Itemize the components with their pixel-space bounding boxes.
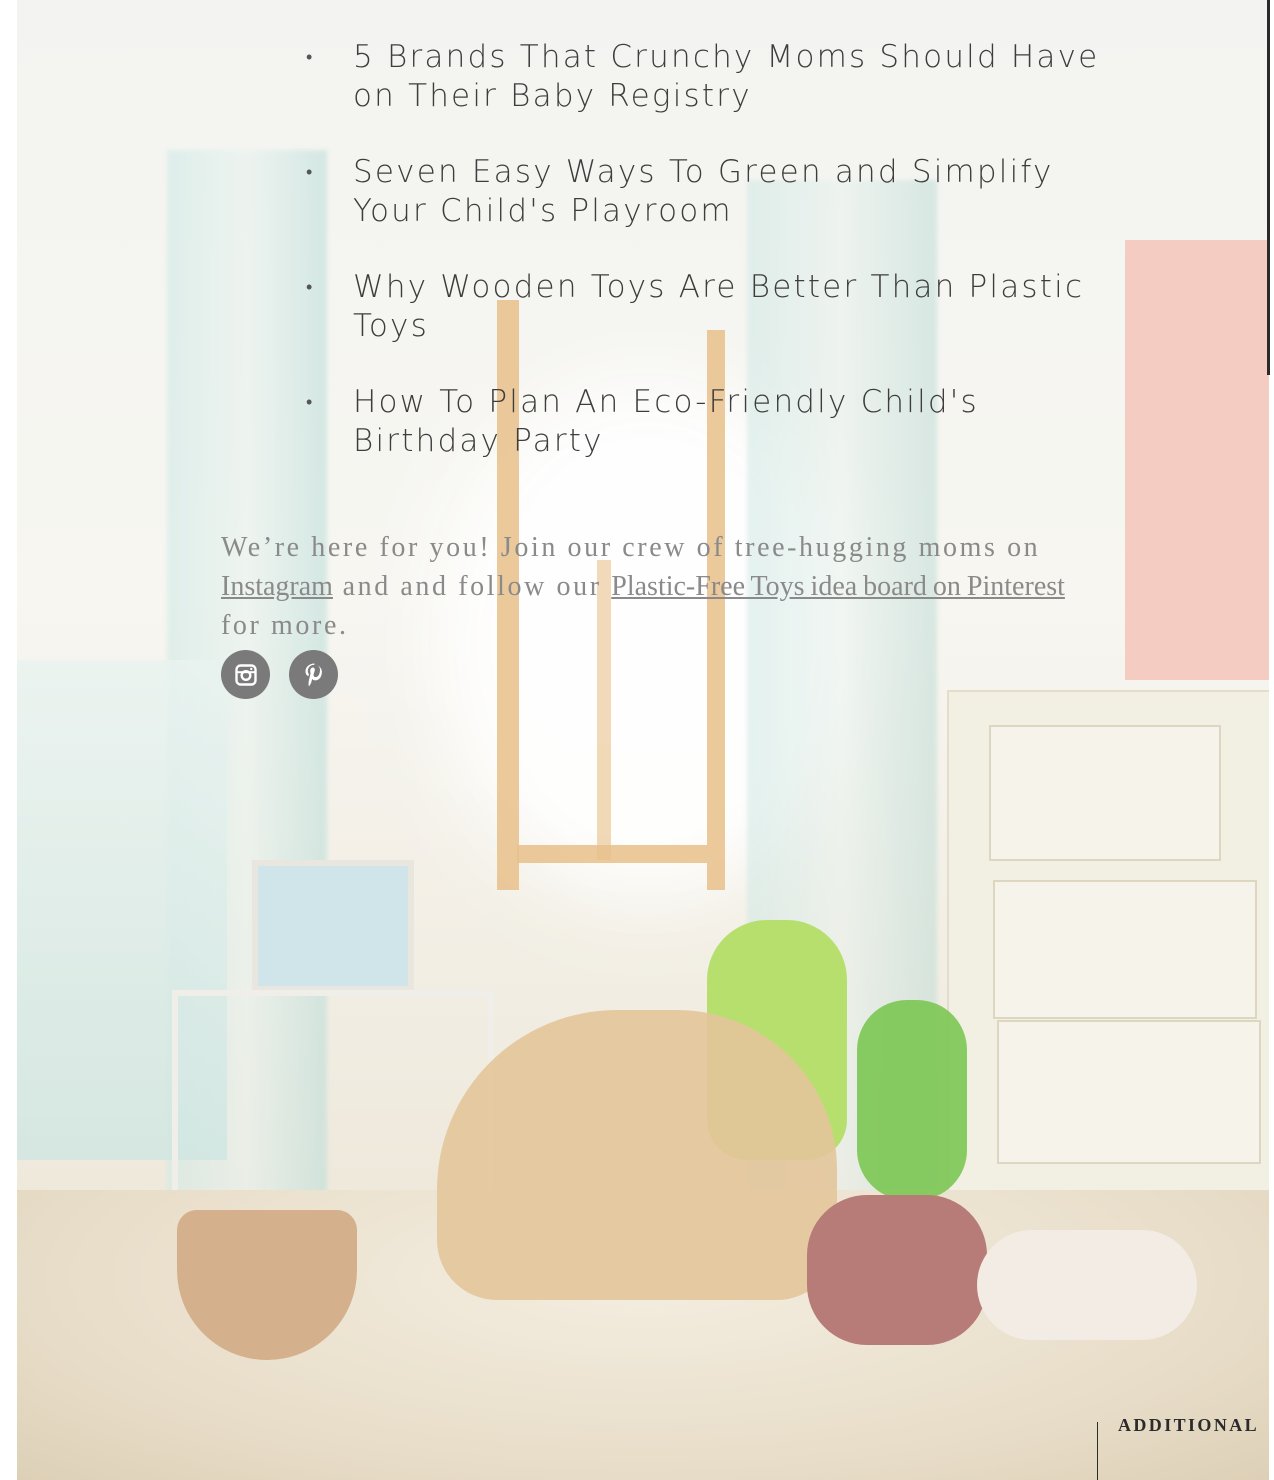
cta-text: and and follow our (332, 571, 612, 602)
bullet: • (306, 392, 315, 413)
cta-text: for more. (221, 610, 349, 641)
bullet: • (306, 162, 315, 183)
related-post-link-1[interactable]: 5 Brands That Crunchy Moms Should Have o… (353, 39, 1099, 114)
related-posts-list: • 5 Brands That Crunchy Moms Should Have… (300, 38, 1120, 498)
pinterest-board-link[interactable]: Plastic-Free Toys idea board on Pinteres… (611, 571, 1065, 602)
sidebar-section-heading: ADDITIONAL (1118, 1415, 1260, 1435)
pinterest-icon (305, 663, 322, 686)
list-item: • Why Wooden Toys Are Better Than Plasti… (300, 268, 1120, 346)
list-item: • Seven Easy Ways To Green and Simplify … (300, 153, 1120, 231)
related-post-link-4[interactable]: How To Plan An Eco-Friendly Child's Birt… (353, 384, 979, 459)
social-icons (221, 650, 338, 699)
pinterest-button[interactable] (289, 650, 338, 699)
instagram-icon (234, 663, 257, 686)
instagram-button[interactable] (221, 650, 270, 699)
related-post-link-2[interactable]: Seven Easy Ways To Green and Simplify Yo… (353, 154, 1054, 229)
bullet: • (306, 277, 315, 298)
list-item: • How To Plan An Eco-Friendly Child's Bi… (300, 383, 1120, 461)
post-content: • 5 Brands That Crunchy Moms Should Have… (0, 0, 1274, 1480)
instagram-link[interactable]: Instagram (221, 571, 333, 602)
cta-text: We’re here for you! Join our crew of tre… (221, 532, 1041, 563)
call-to-action-paragraph: We’re here for you! Join our crew of tre… (221, 528, 1081, 645)
list-item: • 5 Brands That Crunchy Moms Should Have… (300, 38, 1120, 116)
related-post-link-3[interactable]: Why Wooden Toys Are Better Than Plastic … (353, 269, 1084, 344)
bullet: • (306, 47, 315, 68)
